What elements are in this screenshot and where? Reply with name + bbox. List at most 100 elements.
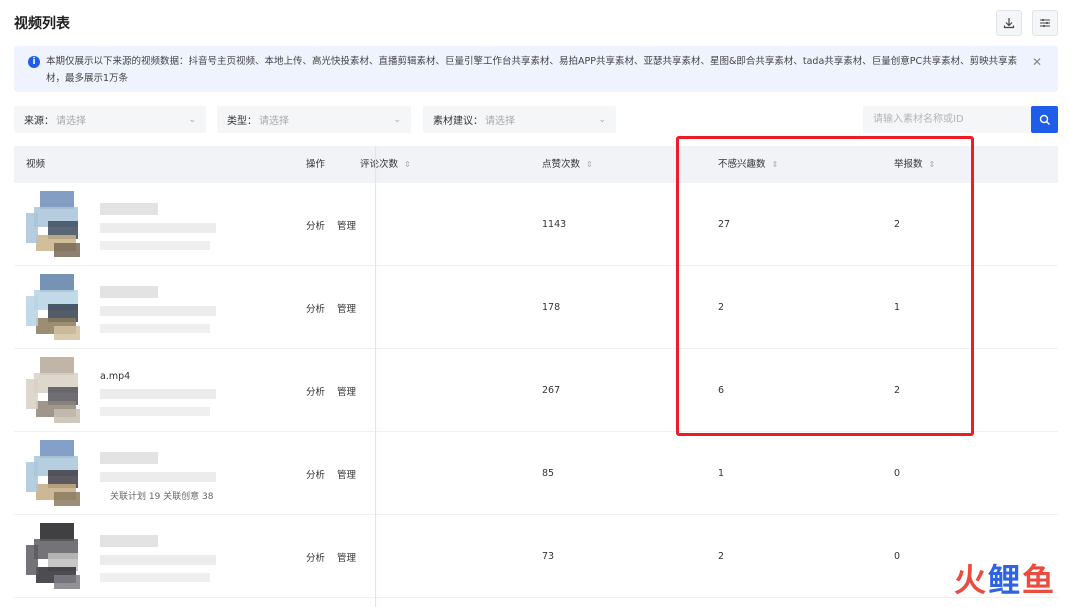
suggestion-label: 素材建议： (433, 116, 483, 127)
likes-cell: 1143 (542, 219, 567, 230)
likes-cell: 178 (542, 302, 561, 313)
video-filename: a.mp4 (100, 371, 131, 382)
blurred-title (100, 203, 158, 215)
likes-cell: 73 (542, 551, 555, 562)
watermark-char: 鱼 (1021, 561, 1056, 599)
operations-cell: 分析 管理 (306, 349, 368, 432)
header-actions (996, 10, 1058, 36)
col-comments[interactable]: 评论次数 ⇕ (360, 146, 411, 183)
close-icon[interactable]: ✕ (1032, 54, 1042, 71)
video-thumbnail[interactable] (26, 191, 88, 257)
thumbnail-block (26, 213, 38, 243)
source-select[interactable]: 来源： 请选择 ⌄ (14, 106, 206, 133)
table-row[interactable]: 关联计划 19 关联创意 38 分析 管理 85 1 0 (14, 432, 1058, 515)
not-interested-cell: 1 (718, 468, 725, 479)
video-thumbnail[interactable] (26, 523, 88, 589)
not-interested-cell: 6 (718, 385, 725, 396)
filter-bar: 来源： 请选择 ⌄ 类型： 请选择 ⌄ 素材建议： 请选择 ⌄ (14, 106, 1058, 133)
blurred-stats (100, 573, 210, 582)
col-comments-label: 评论次数 (360, 159, 399, 170)
col-not-interested[interactable]: 不感兴趣数 ⇕ (718, 146, 778, 183)
download-icon (1003, 18, 1015, 29)
table-body: 分析 管理 1143 27 2 分析 管理 178 2 1 a.mp4 分析 管理… (14, 183, 1058, 598)
watermark-char: 鲤 (987, 561, 1022, 599)
source-placeholder: 请选择 (56, 116, 86, 127)
type-label: 类型： (227, 116, 257, 127)
thumbnail-block (54, 409, 80, 423)
thumbnail-block (54, 243, 80, 257)
blurred-title (100, 452, 158, 464)
manage-link[interactable]: 管理 (337, 301, 356, 315)
search-button[interactable] (1031, 106, 1058, 133)
reports-cell: 2 (894, 385, 901, 396)
thumbnail-block (26, 379, 38, 409)
table-row[interactable]: a.mp4 分析 管理 267 6 2 (14, 349, 1058, 432)
col-operations: 操作 (306, 159, 326, 170)
operations-cell: 分析 管理 (306, 266, 368, 349)
manage-link[interactable]: 管理 (337, 218, 356, 232)
suggestion-select[interactable]: 素材建议： 请选择 ⌄ (423, 106, 616, 133)
operations-cell: 分析 管理 (306, 183, 368, 266)
reports-cell: 2 (894, 219, 901, 230)
likes-cell: 267 (542, 385, 561, 396)
page-header: 视频列表 (14, 10, 1058, 36)
analyze-link[interactable]: 分析 (306, 384, 325, 398)
table-row[interactable]: 分析 管理 73 2 0 (14, 515, 1058, 598)
notice-text: 本期仅展示以下来源的视频数据：抖音号主页视频、本地上传、高光快投素材、直播剪辑素… (46, 56, 1018, 84)
thumbnail-block (54, 575, 80, 589)
blurred-info (100, 389, 216, 399)
table-header: 视频 操作 评论次数 ⇕ 点赞次数 ⇕ 不感兴趣数 ⇕ 举报数 ⇕ (14, 146, 1058, 183)
column-settings-button[interactable] (1032, 10, 1058, 36)
source-label: 来源： (24, 116, 54, 127)
analyze-link[interactable]: 分析 (306, 467, 325, 481)
reports-cell: 0 (894, 551, 901, 562)
col-not-interested-label: 不感兴趣数 (718, 159, 766, 170)
thumbnail-block (26, 296, 38, 326)
col-video: 视频 (26, 159, 46, 170)
thumbnail-block (54, 326, 80, 340)
blurred-title (100, 286, 158, 298)
sort-icon[interactable]: ⇕ (772, 160, 779, 169)
col-reports[interactable]: 举报数 ⇕ (894, 146, 935, 183)
watermark-logo: 火鲤鱼 (954, 555, 1056, 601)
blurred-info (100, 555, 216, 565)
chevron-down-icon: ⌄ (598, 114, 606, 125)
thumbnail-block (26, 545, 38, 575)
notice-banner: i 本期仅展示以下来源的视频数据：抖音号主页视频、本地上传、高光快投素材、直播剪… (14, 46, 1058, 92)
operations-cell: 分析 管理 (306, 432, 368, 515)
not-interested-cell: 2 (718, 551, 725, 562)
manage-link[interactable]: 管理 (337, 384, 356, 398)
table-row[interactable]: 分析 管理 178 2 1 (14, 266, 1058, 349)
operations-cell: 分析 管理 (306, 515, 368, 598)
sort-icon[interactable]: ⇕ (929, 160, 936, 169)
analyze-link[interactable]: 分析 (306, 550, 325, 564)
blurred-stats (100, 241, 210, 250)
info-icon: i (28, 56, 40, 68)
table-row[interactable]: 分析 管理 1143 27 2 (14, 183, 1058, 266)
blurred-stats (100, 324, 210, 333)
sliders-icon (1040, 19, 1050, 27)
search-input[interactable] (863, 106, 1031, 133)
watermark-char: 火 (953, 561, 988, 599)
blurred-info (100, 306, 216, 316)
video-thumbnail[interactable] (26, 274, 88, 340)
manage-link[interactable]: 管理 (337, 550, 356, 564)
sort-icon[interactable]: ⇕ (586, 160, 593, 169)
sort-icon[interactable]: ⇕ (404, 160, 411, 169)
col-likes[interactable]: 点赞次数 ⇕ (542, 146, 593, 183)
thumbnail-block (26, 462, 38, 492)
analyze-link[interactable]: 分析 (306, 218, 325, 232)
type-select[interactable]: 类型： 请选择 ⌄ (217, 106, 411, 133)
manage-link[interactable]: 管理 (337, 467, 356, 481)
suggestion-placeholder: 请选择 (485, 116, 515, 127)
video-thumbnail[interactable] (26, 440, 88, 506)
download-button[interactable] (996, 10, 1022, 36)
page-title: 视频列表 (14, 16, 70, 32)
not-interested-cell: 27 (718, 219, 731, 230)
fixed-column-shadow (375, 146, 376, 607)
search-icon (1039, 114, 1050, 125)
blurred-info (100, 472, 216, 482)
video-thumbnail[interactable] (26, 357, 88, 423)
analyze-link[interactable]: 分析 (306, 301, 325, 315)
col-reports-label: 举报数 (894, 159, 923, 170)
